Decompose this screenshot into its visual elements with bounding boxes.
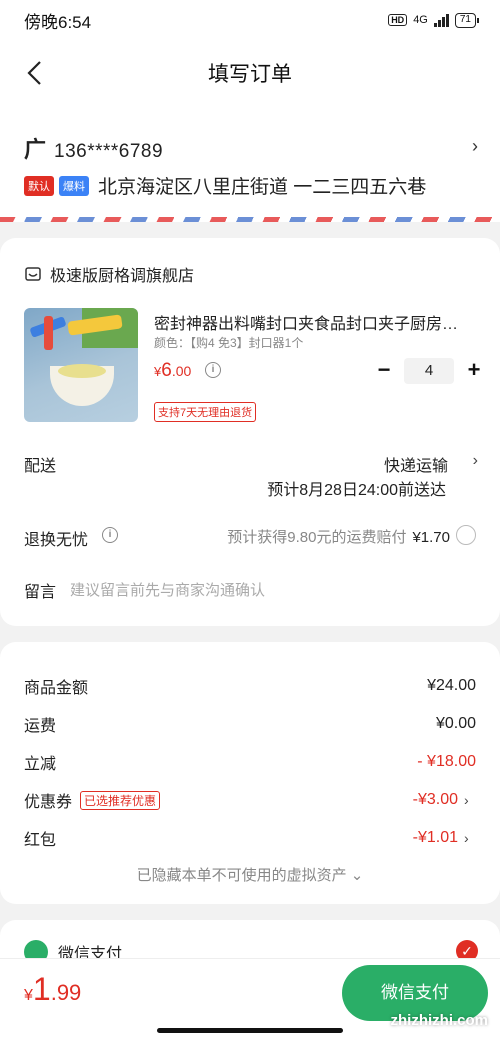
shipping-value: ¥0.00 [435,715,476,732]
store-icon [25,267,41,281]
signal-icon [433,13,449,27]
home-indicator[interactable] [157,1028,343,1033]
shipping-label: 运费 [24,718,57,735]
battery-icon: 71 [454,12,480,28]
message-label: 留言 [24,584,57,601]
redpacket-row[interactable]: 红包 -¥1.01 › [24,826,476,850]
product-spec[interactable]: 颜色：【购4 免3】封口器1个 [154,334,303,351]
order-card: 极速版厨格调旗舰店 密封神器出料嘴封口夹食品封口夹子厨房… 颜色：【购4 免3】… [0,238,500,626]
total-int: 1 [32,971,51,1007]
goods-amount-row: 商品金额 ¥24.00 [24,674,476,698]
product-title[interactable]: 密封神器出料嘴封口夹食品封口夹子厨房… [154,310,474,334]
address-text: 北京海淀区八里庄街道 一二三四五六巷 [98,177,427,198]
total-price: ¥ 1 .99 [24,971,81,1008]
message-input[interactable]: 建议留言前先与商家沟通确认 [70,579,265,600]
status-icons: HD 4G 71 [388,12,480,28]
default-tag: 默认 [24,175,54,196]
goods-amount-label: 商品金额 [24,680,89,697]
return-worry-label: 退换无忧 [24,532,89,549]
coupon-tag: 已选推荐优惠 [80,790,161,810]
return-info-icon[interactable]: i [102,527,118,543]
quantity-value[interactable]: 4 [404,358,454,384]
nav-bar: 填写订单 [0,40,500,106]
price-int: 6 [161,360,172,381]
shipping-row: 运费 ¥0.00 [24,712,476,736]
page-title: 填写订单 [208,63,292,86]
increase-button[interactable]: + [462,359,486,383]
address-name: 广 [24,137,47,162]
chevron-right-icon[interactable]: › [464,792,476,808]
hidden-assets-toggle[interactable]: 已隐藏本单不可使用的虚拟资产 ⌄ [0,864,500,885]
price-dec: .00 [171,363,192,379]
watermark: zhizhizhi.com [390,1012,489,1029]
status-time: 傍晚6:54 [24,12,92,32]
discount-row: 立减 - ¥18.00 [24,750,476,774]
address-card[interactable]: 广 136****6789 › 默认 爆料 北京海淀区八里庄街道 一二三四五六巷 [0,106,500,222]
chevron-right-icon[interactable]: › [472,136,478,157]
delivery-eta: 预计8月28日24:00前送达 [267,482,446,499]
price-info-icon[interactable]: i [205,362,221,378]
address-contact: 广 136****6789 [24,132,163,164]
status-bar: 傍晚6:54 HD 4G 71 [0,0,500,40]
amounts-card: 商品金额 ¥24.00 运费 ¥0.00 立减 - ¥18.00 优惠券 已选推… [0,642,500,904]
delivery-method[interactable]: 快递运输 [384,452,448,476]
coupon-row[interactable]: 优惠券 已选推荐优惠 -¥3.00 › [24,788,476,812]
address-phone: 136****6789 [54,141,164,162]
return-worry-text: 预计获得9.80元的运费赔付 ¥1.70 [227,526,450,547]
discount-value: - ¥18.00 [417,753,476,770]
total-dec: .99 [50,980,82,1005]
price-symbol: ¥ [154,364,162,379]
delivery-label: 配送 [24,458,57,475]
back-arrow-icon[interactable] [22,58,52,88]
shop-name: 极速版厨格调旗舰店 [50,268,195,285]
envelope-stripe [0,217,500,222]
chevron-right-icon[interactable]: › [464,830,476,846]
redpacket-value: -¥1.01 [412,829,458,846]
coupon-label: 优惠券 [24,794,73,811]
address-detail: 默认 爆料 北京海淀区八里庄街道 一二三四五六巷 [24,172,426,199]
return-policy-tag: 支持7天无理由退货 [154,402,257,422]
product-image[interactable] [24,308,138,422]
decrease-button[interactable]: − [372,359,396,383]
return-worry-desc: 预计获得9.80元的运费赔付 [227,529,407,546]
total-symbol: ¥ [24,987,33,1004]
hd-icon: HD [388,14,408,26]
shop-header[interactable]: 极速版厨格调旗舰店 [24,262,194,286]
goods-amount-value: ¥24.00 [427,677,476,694]
quantity-stepper: − 4 + [372,358,486,384]
return-worry-radio[interactable] [456,525,476,545]
discount-label: 立减 [24,756,57,773]
product-price: ¥ 6 .00 [154,360,191,382]
coupon-value: -¥3.00 [412,791,458,808]
return-worry-price: ¥1.70 [412,529,450,546]
baoliao-tag: 爆料 [59,175,89,196]
redpacket-label: 红包 [24,832,57,849]
network-label: 4G [413,14,428,26]
chevron-right-icon[interactable]: › [473,452,478,470]
